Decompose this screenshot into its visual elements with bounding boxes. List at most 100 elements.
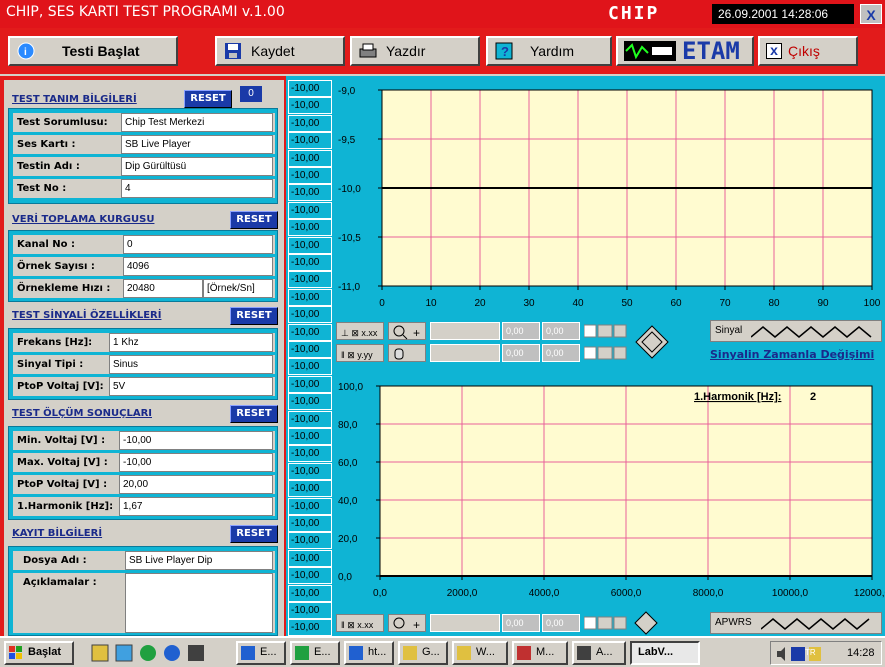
- save-button[interactable]: Kaydet: [215, 36, 345, 66]
- frequency-input[interactable]: 1 Khz: [109, 333, 273, 352]
- record-reset-button[interactable]: RESET: [230, 525, 278, 543]
- exit-label: Çıkış: [788, 43, 820, 59]
- field-label: Dosya Adı :: [23, 555, 87, 566]
- field-label: Örnek Sayısı :: [17, 261, 95, 272]
- start-button[interactable]: Başlat: [4, 641, 74, 665]
- cursor-style-buttons[interactable]: [583, 322, 628, 340]
- language-icon[interactable]: [791, 647, 805, 661]
- cursor-move-diamond-icon[interactable]: [634, 324, 670, 360]
- quick-launch-icon[interactable]: [91, 644, 109, 662]
- field-row: Dosya Adı : SB Live Player Dip: [13, 551, 275, 570]
- value-cell: -10,00: [288, 236, 332, 254]
- field-row: Frekans [Hz]: 1 Khz: [13, 333, 275, 352]
- info-icon: i: [16, 42, 36, 60]
- hand-icon[interactable]: [388, 344, 426, 362]
- signal-type-input[interactable]: Sinus: [109, 355, 273, 374]
- test-def-counter[interactable]: 0: [240, 86, 262, 102]
- x-scale-button[interactable]: ‖ ⊠ x.xx: [336, 614, 384, 632]
- value-cell: -10,00: [288, 462, 332, 480]
- taskbar-app[interactable]: E...: [236, 641, 286, 665]
- test-def-reset-button[interactable]: RESET: [184, 90, 232, 108]
- taskbar-app[interactable]: ht...: [344, 641, 394, 665]
- field-label: Sinyal Tipi :: [17, 359, 84, 370]
- cursor-name-field[interactable]: [430, 322, 500, 340]
- value-cell: -10,00: [288, 358, 332, 376]
- y-scale-button[interactable]: ‖ ⊠ y.yy: [336, 344, 384, 362]
- cursor-style-buttons[interactable]: [583, 614, 628, 632]
- taskbar-app[interactable]: M...: [512, 641, 568, 665]
- start-test-button[interactable]: i Testi Başlat: [8, 36, 178, 66]
- system-tray: TR 14:28: [770, 641, 882, 665]
- taskbar-app[interactable]: G...: [398, 641, 448, 665]
- cursor-name-field[interactable]: [430, 344, 500, 362]
- window-title: CHIP, SES KARTI TEST PROGRAMI v.1.00: [6, 4, 285, 20]
- cursor-x-readout: 0,00: [502, 614, 540, 632]
- x-tick-label: 50: [621, 298, 633, 309]
- quick-launch-icon[interactable]: [140, 645, 156, 661]
- legend-signal[interactable]: Sinyal: [710, 320, 882, 342]
- svg-text:‖ ⊠ x.xx: ‖ ⊠ x.xx: [341, 620, 374, 630]
- help-button[interactable]: ? Yardım: [486, 36, 612, 66]
- app-icon: [403, 646, 417, 660]
- max-voltage-output: -10,00: [119, 453, 273, 472]
- signal-reset-button[interactable]: RESET: [230, 307, 278, 325]
- acquisition-reset-button[interactable]: RESET: [230, 211, 278, 229]
- taskbar-app-label: W...: [476, 646, 495, 658]
- x-tick-label: 20: [474, 298, 486, 309]
- field-label: Max. Voltaj [V] :: [17, 457, 108, 468]
- time-plot[interactable]: 0 10 20 30 40 50 60 70 80 90 100 -9,0 -9,5 -10,0 -10,5…: [334, 76, 885, 318]
- taskbar-app-label: E...: [314, 646, 331, 658]
- volume-icon[interactable]: [777, 647, 785, 661]
- value-cell: -10,00: [288, 567, 332, 585]
- value-cell: -10,00: [288, 132, 332, 150]
- sample-rate-input[interactable]: 20480: [123, 279, 203, 298]
- taskbar: Başlat E... E... ht... G... W... M... A.…: [0, 636, 885, 667]
- etam-brand-button[interactable]: ETAM: [616, 36, 754, 66]
- results-reset-button[interactable]: RESET: [230, 405, 278, 423]
- test-owner-input[interactable]: Chip Test Merkezi: [121, 113, 273, 132]
- spectrum-plot[interactable]: 0,0 2000,0 4000,0 6000,0 8000,0 10000,0 12000,…: [334, 370, 885, 610]
- taskbar-app[interactable]: A...: [572, 641, 626, 665]
- taskbar-app-active[interactable]: LabV...: [630, 641, 700, 665]
- channel-no-input[interactable]: 0: [123, 235, 273, 254]
- taskbar-app[interactable]: W...: [452, 641, 508, 665]
- print-button[interactable]: Yazdır: [350, 36, 480, 66]
- sample-count-input[interactable]: 4096: [123, 257, 273, 276]
- y-tick-label: 0,0: [338, 572, 352, 583]
- cursor-move-diamond-icon[interactable]: [634, 611, 658, 635]
- app-icon: [457, 646, 471, 660]
- x-scale-button[interactable]: ⊥ ⊠ x.xx: [336, 322, 384, 340]
- zoom-icon[interactable]: +: [388, 322, 426, 340]
- quick-launch-icon[interactable]: [188, 645, 204, 661]
- harmonic-annotation-value: 2: [810, 391, 816, 403]
- field-label: Testin Adı :: [17, 161, 80, 172]
- test-name-input[interactable]: Dip Gürültüsü: [121, 157, 273, 176]
- ptop-voltage-input[interactable]: 5V: [109, 377, 273, 396]
- quick-launch-icon[interactable]: [164, 645, 180, 661]
- value-cell: -10,00: [288, 219, 332, 237]
- quick-launch-icon[interactable]: [115, 644, 133, 662]
- field-label: Açıklamalar :: [23, 577, 97, 588]
- title-bar: CHIP, SES KARTI TEST PROGRAMI v.1.00 CHI…: [0, 0, 885, 28]
- legend-apwrs[interactable]: APWRS: [710, 612, 882, 634]
- toolbar: i Testi Başlat Kaydet Yazdır ? Yardım ET…: [0, 28, 885, 74]
- acquisition-box: Kanal No : 0 Örnek Sayısı : 4096 Örnekle…: [8, 230, 278, 302]
- signal-section: TEST SİNYALİ ÖZELLİKLERİ RESET Frekans […: [4, 304, 284, 402]
- exit-button[interactable]: x Çıkış: [758, 36, 858, 66]
- file-name-input[interactable]: SB Live Player Dip: [125, 551, 273, 570]
- x-tick-label: 4000,0: [529, 588, 560, 599]
- taskbar-app-label: ht...: [368, 646, 387, 658]
- taskbar-app[interactable]: E...: [290, 641, 340, 665]
- zoom-icon[interactable]: +: [388, 614, 426, 632]
- cursor-style-buttons[interactable]: [583, 344, 628, 362]
- test-no-input[interactable]: 4: [121, 179, 273, 198]
- spectrum-plot-panel: 0,0 2000,0 4000,0 6000,0 8000,0 10000,0 12000,…: [334, 370, 885, 610]
- cursor-name-field[interactable]: [430, 614, 500, 632]
- value-cell: -10,00: [288, 393, 332, 411]
- window-close-button[interactable]: X: [860, 4, 882, 24]
- sound-card-input[interactable]: SB Live Player: [121, 135, 273, 154]
- help-label: Yardım: [530, 43, 575, 59]
- notes-textarea[interactable]: [125, 573, 273, 633]
- save-label: Kaydet: [251, 43, 295, 59]
- field-row: Örnekleme Hızı : 20480 [Örnek/Sn]: [13, 279, 275, 298]
